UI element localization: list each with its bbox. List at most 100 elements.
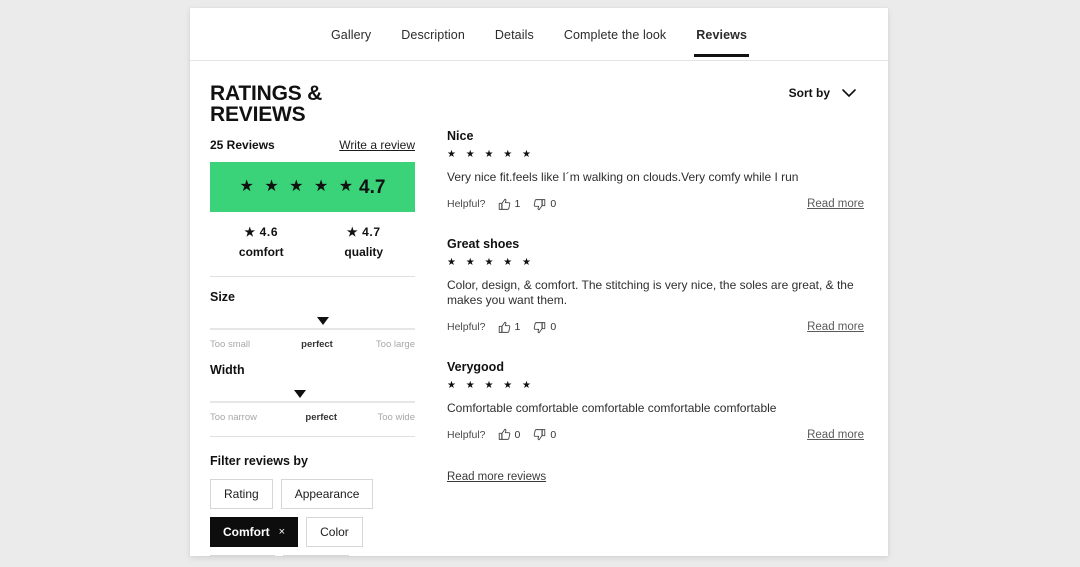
thumbs-down-vote[interactable]: 0: [533, 428, 556, 441]
nav-tab-label: Description: [401, 28, 465, 42]
sort-control[interactable]: Sort by: [447, 83, 864, 103]
filter-chip-design[interactable]: Design: [283, 555, 348, 556]
thumbs-up-vote[interactable]: 1: [498, 198, 521, 211]
review-body: Color, design, & comfort. The stitching …: [447, 278, 857, 309]
filter-chip-comfort[interactable]: Comfort ×: [210, 517, 298, 547]
filter-section-title: Filter reviews by: [210, 454, 415, 468]
slider-marker: [294, 390, 306, 398]
scale-label-low: Too narrow: [210, 412, 257, 423]
review-stars: ★ ★ ★ ★ ★: [447, 381, 864, 391]
fit-group-title: Size: [210, 290, 415, 304]
thumbs-down-vote[interactable]: 0: [533, 321, 556, 334]
read-more-link[interactable]: Read more: [807, 198, 864, 210]
overall-rating-score: 4.7: [359, 178, 385, 197]
sort-by-label[interactable]: Sort by: [789, 86, 830, 100]
filter-chip-appearance[interactable]: Appearance: [281, 479, 374, 509]
nav-tab-label: Gallery: [331, 28, 371, 42]
thumbs-down-count: 0: [550, 321, 556, 333]
chip-label: Color: [320, 526, 349, 538]
review-item: Verygood ★ ★ ★ ★ ★ Comfortable comfortab…: [447, 360, 864, 442]
thumbs-up-icon: [498, 428, 511, 441]
helpful-label: Helpful?: [447, 321, 486, 333]
subrating-value: ★ 4.7: [313, 225, 416, 239]
close-icon[interactable]: ×: [279, 527, 285, 538]
review-title: Great shoes: [447, 237, 864, 251]
reviews-list-column: Sort by Nice ★ ★ ★ ★ ★ Very nice fit.fee…: [415, 61, 888, 556]
thumbs-down-icon: [533, 428, 546, 441]
scale-label-high: Too large: [376, 339, 415, 350]
subratings-row: ★ 4.6 comfort ★ 4.7 quality: [210, 225, 415, 259]
helpful-label: Helpful?: [447, 429, 486, 441]
chevron-down-icon[interactable]: [842, 89, 856, 98]
subrating-comfort: ★ 4.6 comfort: [210, 225, 313, 259]
nav-tab-details[interactable]: Details: [495, 28, 534, 56]
scale-label-high: Too wide: [378, 412, 416, 423]
scale-label-mid: perfect: [305, 412, 337, 423]
size-scale-labels: Too small perfect Too large: [210, 339, 415, 350]
overall-rating-banner: ★ ★ ★ ★ ★ 4.7: [210, 162, 415, 212]
filter-chip-list: Rating Appearance Comfort × Color Qualit…: [210, 479, 420, 556]
read-more-reviews-link[interactable]: Read more reviews: [447, 471, 546, 483]
reviews-body: RATINGS & REVIEWS 25 Reviews Write a rev…: [190, 61, 888, 556]
fit-group-title: Width: [210, 363, 415, 377]
scale-label-low: Too small: [210, 339, 250, 350]
review-item: Great shoes ★ ★ ★ ★ ★ Color, design, & c…: [447, 237, 864, 334]
width-slider[interactable]: [210, 390, 415, 410]
filter-chip-rating[interactable]: Rating: [210, 479, 273, 509]
thumbs-up-vote[interactable]: 1: [498, 321, 521, 334]
review-footer: Helpful? 1 0: [447, 198, 864, 211]
subrating-value: ★ 4.6: [210, 225, 313, 239]
chip-label: Comfort: [223, 526, 270, 538]
divider: [210, 436, 415, 437]
reviews-card: Gallery Description Details Complete the…: [190, 8, 888, 556]
thumbs-up-count: 1: [515, 321, 521, 333]
nav-tab-label: Details: [495, 28, 534, 42]
nav-tab-reviews[interactable]: Reviews: [696, 28, 747, 56]
filter-chip-quality[interactable]: Quality: [210, 555, 275, 556]
review-body: Comfortable comfortable comfortable comf…: [447, 401, 857, 417]
filter-chip-color[interactable]: Color: [306, 517, 363, 547]
nav-tab-complete-the-look[interactable]: Complete the look: [564, 28, 666, 56]
write-a-review-link[interactable]: Write a review: [339, 138, 415, 152]
helpful-label: Helpful?: [447, 198, 486, 210]
nav-tab-label: Reviews: [696, 28, 747, 42]
size-slider[interactable]: [210, 317, 415, 337]
nav-tab-label: Complete the look: [564, 28, 666, 42]
nav-tab-description[interactable]: Description: [401, 28, 465, 56]
review-stars: ★ ★ ★ ★ ★: [447, 258, 864, 268]
review-stars: ★ ★ ★ ★ ★: [447, 150, 864, 160]
subrating-quality: ★ 4.7 quality: [313, 225, 416, 259]
thumbs-down-count: 0: [550, 429, 556, 441]
slider-track: [210, 401, 415, 403]
thumbs-up-icon: [498, 198, 511, 211]
scale-label-mid: perfect: [301, 339, 333, 350]
thumbs-down-icon: [533, 198, 546, 211]
fit-group-width: Width Too narrow perfect Too wide: [210, 363, 415, 423]
review-footer: Helpful? 1 0: [447, 321, 864, 334]
review-body: Very nice fit.feels like I´m walking on …: [447, 170, 857, 186]
width-scale-labels: Too narrow perfect Too wide: [210, 412, 415, 423]
overall-rating-stars: ★ ★ ★ ★ ★: [240, 179, 357, 195]
review-count-label: 25 Reviews: [210, 138, 275, 152]
read-more-link[interactable]: Read more: [807, 429, 864, 441]
thumbs-down-count: 0: [550, 198, 556, 210]
chip-label: Rating: [224, 488, 259, 500]
chip-label: Appearance: [295, 488, 360, 500]
thumbs-up-count: 0: [515, 429, 521, 441]
subrating-label: comfort: [210, 245, 313, 259]
nav-tab-gallery[interactable]: Gallery: [331, 28, 371, 56]
thumbs-down-vote[interactable]: 0: [533, 198, 556, 211]
slider-track: [210, 328, 415, 330]
read-more-link[interactable]: Read more: [807, 321, 864, 333]
thumbs-down-icon: [533, 321, 546, 334]
review-title: Nice: [447, 129, 864, 143]
divider: [210, 276, 415, 277]
review-title: Verygood: [447, 360, 864, 374]
thumbs-up-icon: [498, 321, 511, 334]
review-item: Nice ★ ★ ★ ★ ★ Very nice fit.feels like …: [447, 129, 864, 211]
subrating-label: quality: [313, 245, 416, 259]
page-title: RATINGS & REVIEWS: [210, 83, 415, 125]
thumbs-up-vote[interactable]: 0: [498, 428, 521, 441]
review-count-row: 25 Reviews Write a review: [210, 138, 415, 152]
fit-group-size: Size Too small perfect Too large: [210, 290, 415, 350]
